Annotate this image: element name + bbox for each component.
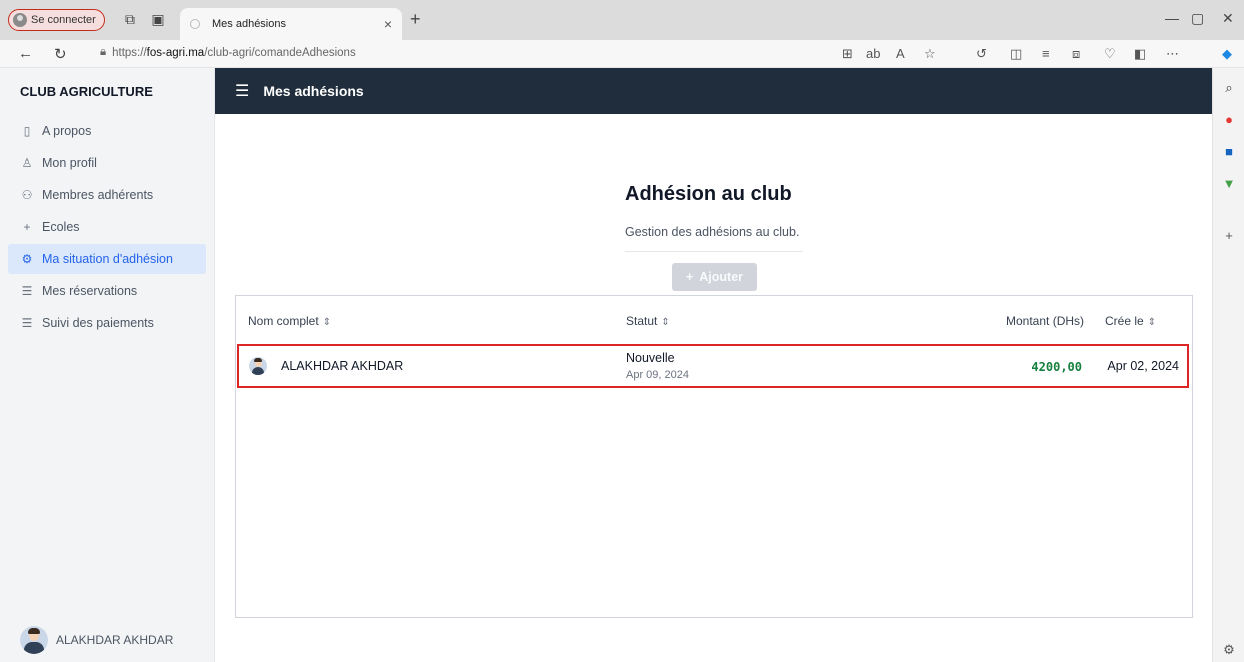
column-label: Statut bbox=[626, 314, 658, 328]
restore-icon[interactable]: ▢ bbox=[1191, 10, 1204, 27]
sidebar-item-paiements[interactable]: ☰ Suivi des paiements bbox=[8, 308, 206, 338]
column-header-montant: Montant (DHs) bbox=[1006, 314, 1084, 328]
url-host: fos-agri.ma bbox=[146, 46, 205, 59]
sidebar-user[interactable]: ALAKHDAR AKHDAR bbox=[20, 626, 173, 654]
sidebar-item-a-propos[interactable]: ▯ A propos bbox=[8, 116, 206, 146]
name-cell: ALAKHDAR AKHDAR bbox=[249, 357, 403, 375]
section-subtitle: Gestion des adhésions au club. bbox=[625, 225, 800, 239]
new-tab-button[interactable]: + bbox=[410, 9, 421, 30]
sort-icon: ⇕ bbox=[661, 317, 670, 328]
read-aloud-icon[interactable]: A bbox=[896, 46, 905, 61]
page-header: ☰ Mes adhésions bbox=[215, 68, 1212, 114]
settings-gear-icon[interactable]: ⚙ bbox=[1221, 642, 1237, 658]
page-viewport: CLUB AGRICULTURE ▯ A propos ♙ Mon profil… bbox=[0, 68, 1212, 662]
collections-icon[interactable]: ⧈ bbox=[1072, 46, 1080, 62]
sidebar-item-label: Mes réservations bbox=[42, 284, 138, 298]
status-date: Apr 09, 2024 bbox=[626, 369, 689, 381]
profile-icon bbox=[13, 13, 27, 27]
avatar bbox=[20, 626, 48, 654]
sidebar-item-membres[interactable]: ⚇ Membres adhérents bbox=[8, 180, 206, 210]
minimize-icon[interactable]: — bbox=[1165, 10, 1179, 26]
sort-icon: ⇕ bbox=[1147, 317, 1157, 328]
column-header-cree-le[interactable]: Crée le ⇕ bbox=[1105, 314, 1156, 328]
section-title: Adhésion au club bbox=[625, 183, 792, 205]
add-button[interactable]: + Ajouter bbox=[672, 263, 757, 291]
add-panel-icon[interactable]: + bbox=[1221, 228, 1237, 244]
split-screen-icon[interactable]: ◫ bbox=[1010, 46, 1022, 62]
amount-value: 4200,00 bbox=[1031, 360, 1082, 374]
avatar bbox=[249, 357, 267, 375]
workspaces-icon[interactable]: ⧉ bbox=[122, 11, 138, 27]
address-bar: ← ↻ 🔒︎ https://fos-agri.ma/club-agri/com… bbox=[0, 40, 1244, 68]
url-field[interactable]: 🔒︎ https://fos-agri.ma/club-agri/comande… bbox=[100, 46, 356, 59]
profile-label: Se connecter bbox=[31, 14, 96, 26]
url-scheme: https:// bbox=[112, 46, 147, 59]
divider bbox=[625, 251, 803, 252]
sidebar-nav: ▯ A propos ♙ Mon profil ⚇ Membres adhére… bbox=[0, 116, 214, 338]
shopping-icon[interactable]: ▼ bbox=[1221, 176, 1237, 192]
gear-icon: ⚙ bbox=[21, 252, 33, 266]
member-name: ALAKHDAR AKHDAR bbox=[281, 359, 404, 373]
list-icon: ☰ bbox=[21, 316, 33, 330]
sidebar-item-ecoles[interactable]: + Ecoles bbox=[8, 212, 206, 242]
sidebar-item-situation-adhesion[interactable]: ⚙ Ma situation d'adhésion bbox=[8, 244, 206, 274]
sidebar-item-label: Suivi des paiements bbox=[42, 316, 154, 330]
close-window-icon[interactable]: ✕ bbox=[1222, 10, 1234, 27]
sidebar-item-label: A propos bbox=[42, 124, 92, 138]
grid-icon[interactable]: ⊞ bbox=[842, 46, 853, 62]
sidebar-item-mon-profil[interactable]: ♙ Mon profil bbox=[8, 148, 206, 178]
add-button-label: Ajouter bbox=[699, 270, 744, 284]
members-icon: ⚇ bbox=[21, 188, 33, 202]
user-settings-icon: ♙ bbox=[21, 156, 33, 170]
performance-icon[interactable]: ♡ bbox=[1104, 46, 1116, 62]
brand-title: CLUB AGRICULTURE bbox=[20, 83, 153, 99]
browser-essentials-icon[interactable]: ◧ bbox=[1134, 46, 1146, 62]
browser-tab-bar: Se connecter ⧉ ▣ Mes adhésions × + — ▢ ✕ bbox=[0, 0, 1244, 40]
plus-icon: + bbox=[685, 270, 694, 284]
url-path: /club-agri/comandeAdhesions bbox=[204, 46, 356, 59]
refresh-icon[interactable]: ↻ bbox=[54, 45, 67, 63]
browser-side-panel: ⌕ ● ■ ▼ + ⚙ bbox=[1212, 68, 1244, 662]
tools-icon[interactable]: ● bbox=[1221, 112, 1237, 128]
extensions-icon[interactable]: ↺ bbox=[976, 46, 987, 62]
status-text: Nouvelle bbox=[626, 351, 675, 365]
favorite-star-icon[interactable]: ☆ bbox=[924, 46, 936, 62]
tab-actions-icon[interactable]: ▣ bbox=[150, 11, 166, 27]
column-label: Crée le bbox=[1105, 314, 1144, 328]
column-header-statut[interactable]: Statut ⇕ bbox=[626, 314, 670, 328]
user-name: ALAKHDAR AKHDAR bbox=[56, 633, 174, 647]
created-date: Apr 02, 2024 bbox=[1107, 359, 1179, 373]
column-header-nom[interactable]: Nom complet ⇕ bbox=[248, 314, 331, 328]
tab-mes-adhesions[interactable]: Mes adhésions × bbox=[180, 8, 402, 40]
sidebar-item-reservations[interactable]: ☰ Mes réservations bbox=[8, 276, 206, 306]
translate-icon[interactable]: ab bbox=[866, 46, 880, 61]
sidebar-item-label: Membres adhérents bbox=[42, 188, 154, 202]
lock-icon: 🔒︎ bbox=[100, 46, 107, 58]
outlook-icon[interactable]: ■ bbox=[1221, 144, 1237, 160]
document-icon: ▯ bbox=[23, 124, 31, 138]
sidebar-item-label: Ma situation d'adhésion bbox=[42, 252, 173, 266]
search-icon[interactable]: ⌕ bbox=[1221, 80, 1237, 96]
sidebar-item-label: Mon profil bbox=[42, 156, 97, 170]
favicon-icon bbox=[190, 19, 200, 29]
table-row[interactable]: ALAKHDAR AKHDAR Nouvelle Apr 09, 2024 42… bbox=[237, 344, 1189, 388]
column-label: Nom complet bbox=[248, 314, 319, 328]
app-sidebar: CLUB AGRICULTURE ▯ A propos ♙ Mon profil… bbox=[0, 68, 215, 662]
sort-icon: ⇕ bbox=[322, 317, 332, 328]
favorites-icon[interactable]: ≡ bbox=[1042, 46, 1050, 61]
hamburger-menu-icon[interactable]: ☰ bbox=[235, 81, 249, 101]
copilot-icon[interactable]: ◆ bbox=[1222, 46, 1232, 62]
back-icon[interactable]: ← bbox=[18, 45, 33, 62]
more-menu-icon[interactable]: ⋯ bbox=[1166, 46, 1179, 62]
tab-title: Mes adhésions bbox=[212, 18, 286, 30]
sidebar-item-label: Ecoles bbox=[42, 220, 80, 234]
page-title: Mes adhésions bbox=[263, 83, 364, 99]
profile-button[interactable]: Se connecter bbox=[8, 9, 105, 31]
tab-close-icon[interactable]: × bbox=[384, 16, 392, 32]
column-label: Montant (DHs) bbox=[1006, 314, 1085, 328]
list-icon: ☰ bbox=[21, 284, 33, 298]
plus-icon: + bbox=[23, 220, 31, 234]
